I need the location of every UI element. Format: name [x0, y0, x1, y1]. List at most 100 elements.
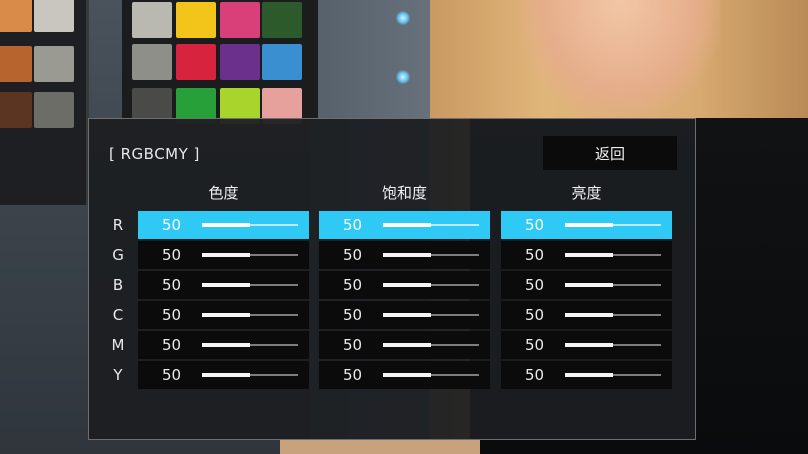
slider-cell-y[interactable]: 50	[501, 361, 672, 389]
slider-track[interactable]	[202, 283, 298, 287]
column-header-hue: 色度	[208, 184, 239, 202]
color-swatch	[262, 2, 302, 38]
slider-track[interactable]	[565, 343, 661, 347]
slider-value: 50	[343, 216, 363, 234]
slider-value: 50	[162, 246, 182, 264]
slider-value: 50	[162, 276, 182, 294]
slider-fill	[565, 343, 613, 347]
osd-rgbcmy-panel: [ RGBCMY ] 返回 RGBCMY 色度 50 50 50 50 50 50 饱和度…	[88, 118, 696, 440]
slider-cell-y[interactable]: 50	[319, 361, 490, 389]
slider-track[interactable]	[202, 343, 298, 347]
slider-track[interactable]	[202, 253, 298, 257]
color-swatch	[176, 2, 216, 38]
color-swatch	[0, 0, 32, 32]
slider-cell-g[interactable]: 50	[319, 241, 490, 269]
slider-fill	[383, 223, 431, 227]
color-swatch	[132, 44, 172, 80]
slider-fill	[565, 253, 613, 257]
slider-fill	[565, 373, 613, 377]
slider-fill	[202, 283, 250, 287]
slider-value: 50	[162, 336, 182, 354]
slider-value: 50	[162, 366, 182, 384]
slider-fill	[383, 283, 431, 287]
background-table	[280, 440, 480, 454]
slider-value: 50	[162, 306, 182, 324]
slider-value: 50	[343, 336, 363, 354]
slider-fill	[202, 343, 250, 347]
row-label-c: C	[112, 306, 124, 324]
slider-cell-r[interactable]: 50	[138, 211, 309, 239]
color-swatch	[220, 44, 260, 80]
slider-value: 50	[525, 216, 545, 234]
color-swatch	[262, 44, 302, 80]
slider-track[interactable]	[202, 223, 298, 227]
slider-cell-m[interactable]: 50	[319, 331, 490, 359]
color-swatch	[0, 92, 32, 128]
slider-cell-c[interactable]: 50	[138, 301, 309, 329]
slider-cell-b[interactable]: 50	[501, 271, 672, 299]
slider-cell-g[interactable]: 50	[138, 241, 309, 269]
row-label-r: R	[112, 216, 124, 234]
slider-fill	[383, 253, 431, 257]
slider-track[interactable]	[565, 253, 661, 257]
color-swatch	[132, 2, 172, 38]
slider-track[interactable]	[202, 313, 298, 317]
slider-track[interactable]	[383, 223, 479, 227]
blue-light-icon	[396, 11, 410, 25]
color-swatch	[34, 0, 74, 32]
slider-cell-b[interactable]: 50	[138, 271, 309, 299]
slider-track[interactable]	[383, 373, 479, 377]
column-header-saturation: 饱和度	[381, 184, 427, 202]
slider-track[interactable]	[565, 313, 661, 317]
slider-track[interactable]	[565, 223, 661, 227]
slider-cell-m[interactable]: 50	[138, 331, 309, 359]
color-swatch	[0, 46, 32, 82]
slider-fill	[202, 373, 250, 377]
slider-value: 50	[525, 246, 545, 264]
slider-track[interactable]	[383, 343, 479, 347]
slider-value: 50	[525, 306, 545, 324]
slider-track[interactable]	[383, 253, 479, 257]
slider-fill	[565, 283, 613, 287]
slider-cell-c[interactable]: 50	[319, 301, 490, 329]
slider-value: 50	[162, 216, 182, 234]
slider-fill	[202, 253, 250, 257]
panel-title: [ RGBCMY ]	[109, 145, 200, 163]
slider-fill	[565, 223, 613, 227]
slider-value: 50	[343, 366, 363, 384]
row-label-g: G	[112, 246, 124, 264]
color-swatch	[220, 2, 260, 38]
slider-cell-m[interactable]: 50	[501, 331, 672, 359]
slider-track[interactable]	[383, 283, 479, 287]
slider-fill	[383, 313, 431, 317]
slider-fill	[202, 223, 250, 227]
slider-value: 50	[343, 306, 363, 324]
slider-fill	[565, 313, 613, 317]
color-swatch	[176, 44, 216, 80]
back-button[interactable]: 返回	[543, 136, 677, 170]
column-header-brightness: 亮度	[571, 184, 602, 202]
slider-value: 50	[525, 366, 545, 384]
slider-fill	[202, 313, 250, 317]
slider-cell-r[interactable]: 50	[501, 211, 672, 239]
slider-track[interactable]	[202, 373, 298, 377]
slider-cell-b[interactable]: 50	[319, 271, 490, 299]
slider-fill	[383, 373, 431, 377]
person-face	[520, 0, 720, 120]
color-swatch	[34, 92, 74, 128]
slider-track[interactable]	[565, 373, 661, 377]
slider-value: 50	[343, 276, 363, 294]
slider-value: 50	[343, 246, 363, 264]
slider-cell-r[interactable]: 50	[319, 211, 490, 239]
slider-cell-g[interactable]: 50	[501, 241, 672, 269]
slider-value: 50	[525, 276, 545, 294]
slider-cell-c[interactable]: 50	[501, 301, 672, 329]
row-label-b: B	[112, 276, 124, 294]
slider-cell-y[interactable]: 50	[138, 361, 309, 389]
slider-track[interactable]	[565, 283, 661, 287]
blue-light-icon	[396, 70, 410, 84]
slider-fill	[383, 343, 431, 347]
color-swatch	[34, 46, 74, 82]
row-label-y: Y	[113, 366, 123, 384]
slider-track[interactable]	[383, 313, 479, 317]
